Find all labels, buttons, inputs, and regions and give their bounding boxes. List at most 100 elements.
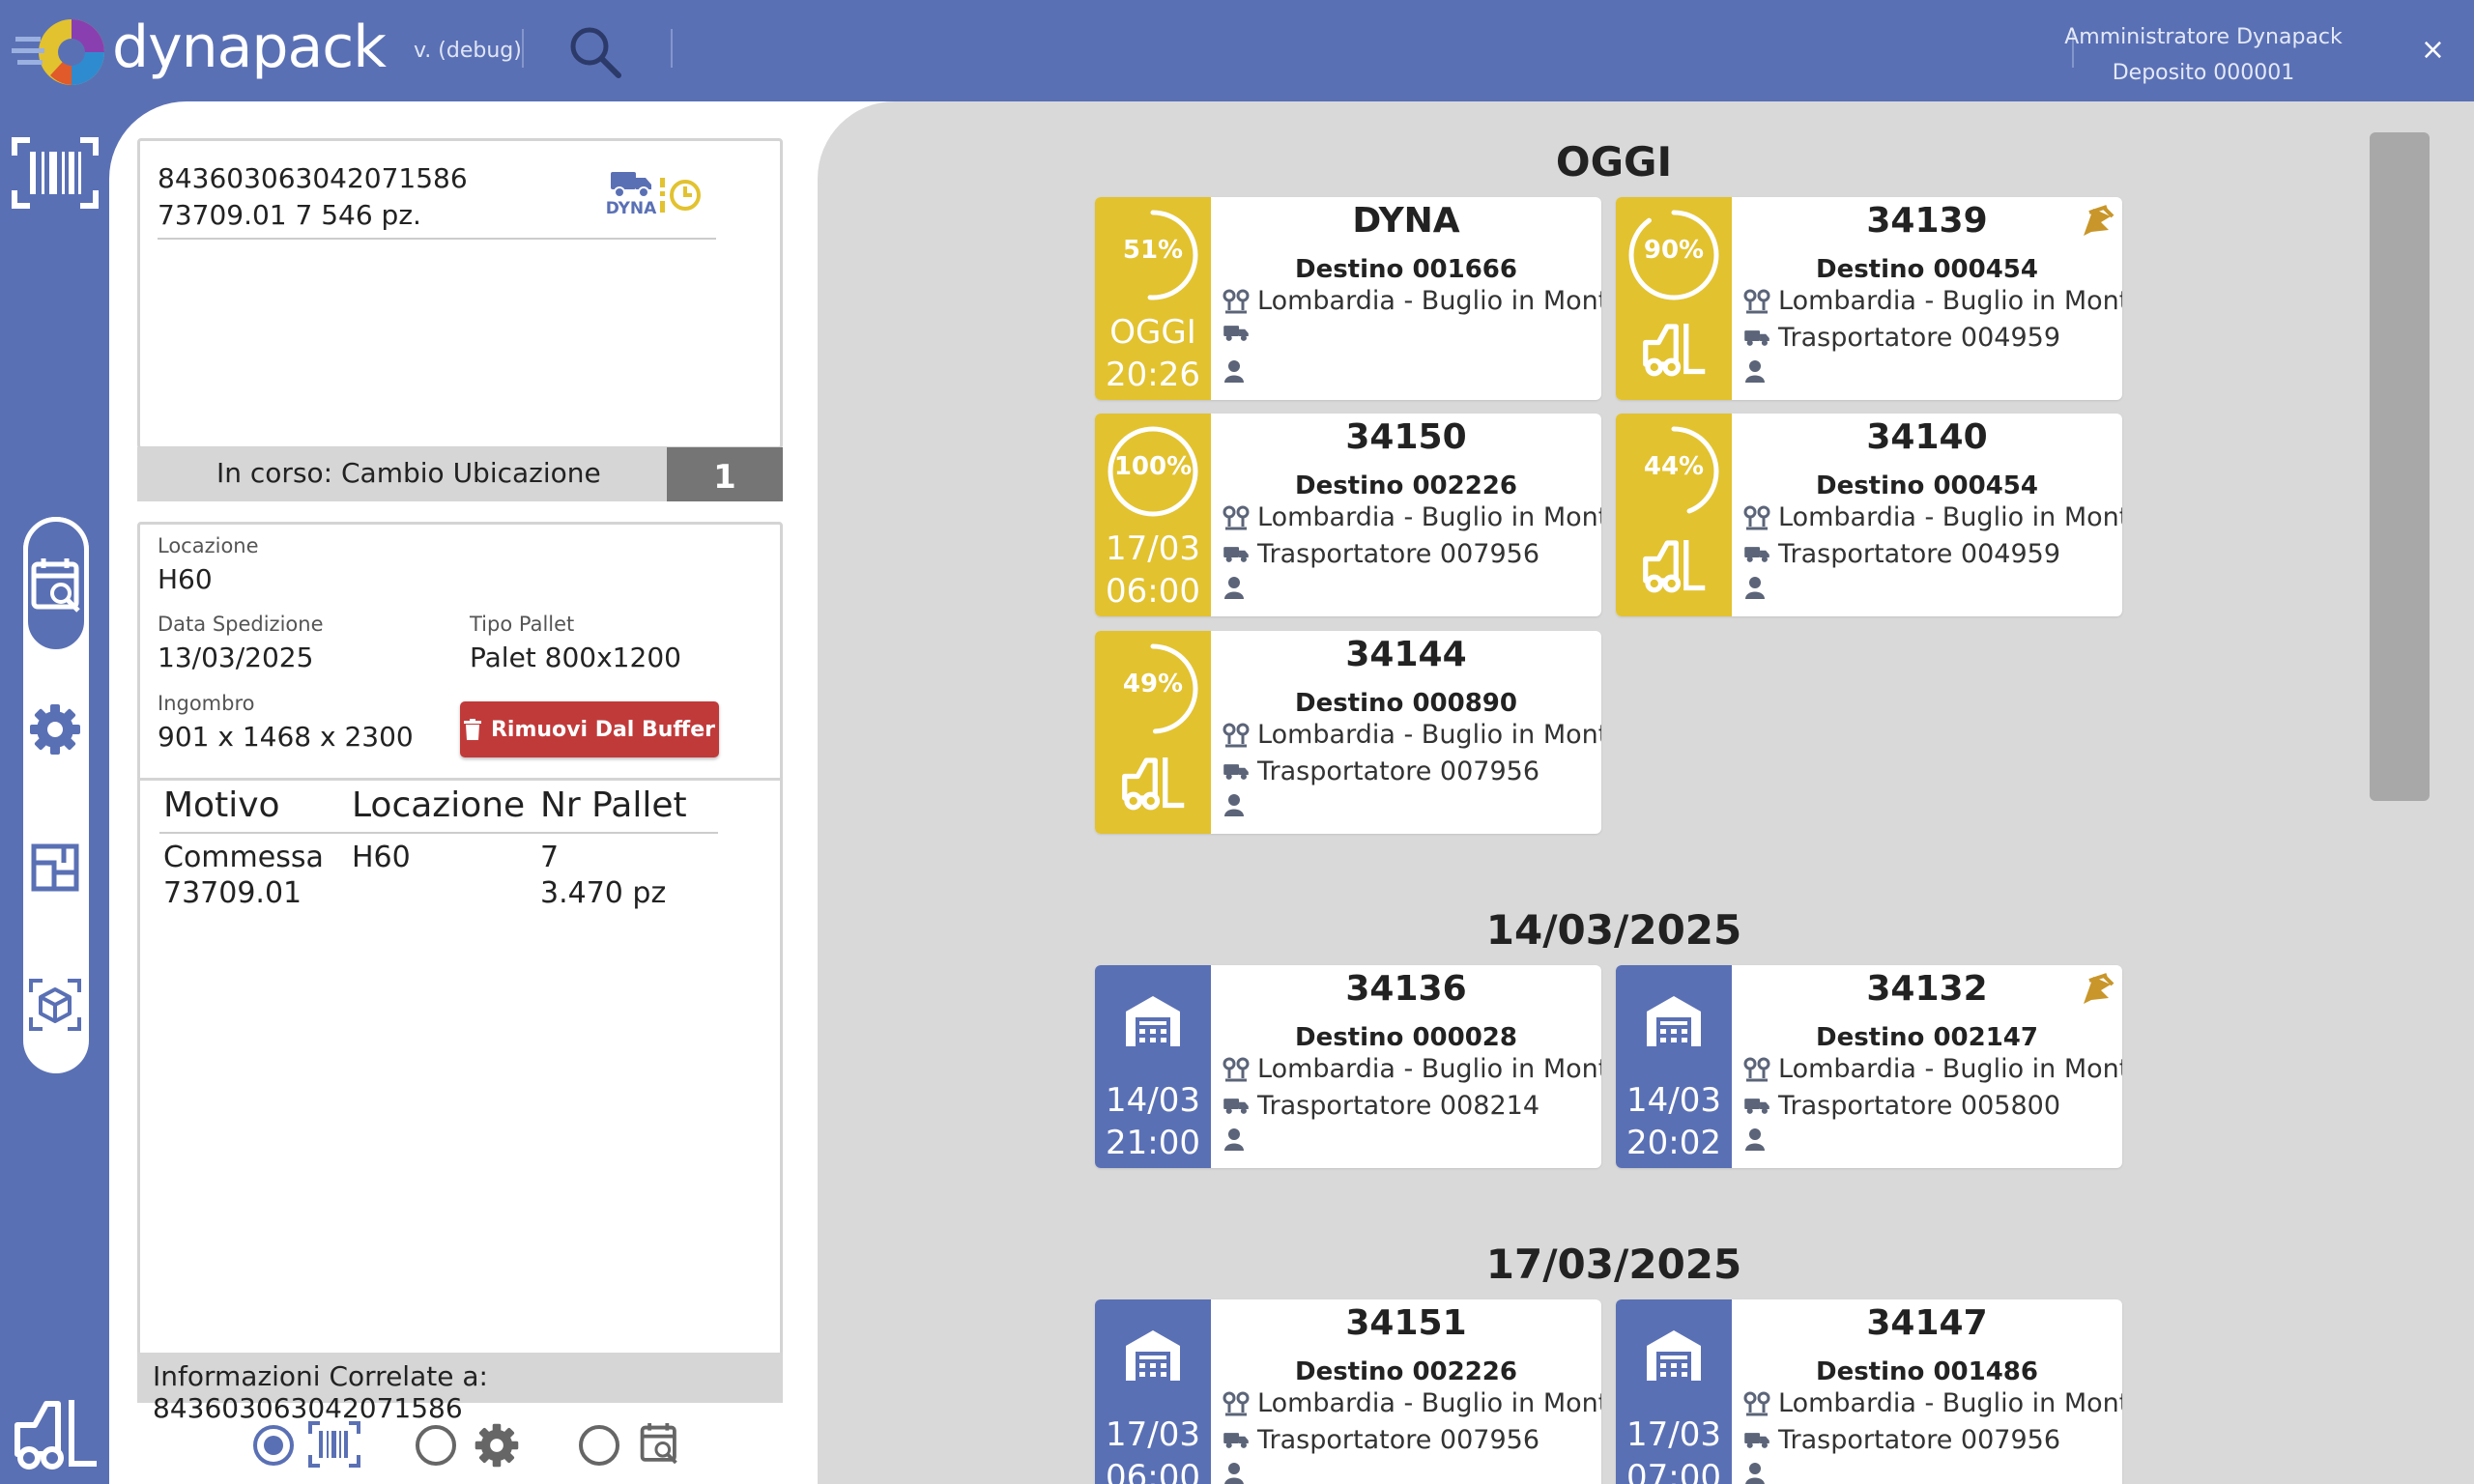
card-carrier-row: Trasportatore 004959 xyxy=(1743,539,2060,569)
card-time: 06:00 xyxy=(1106,572,1200,611)
shipment-card[interactable]: 17/03 06:00 34151 Destino 002226 Lombardia -… xyxy=(1095,1299,1601,1484)
card-carrier: Trasportatore 007956 xyxy=(1257,1425,1540,1455)
card-region-row: Lombardia - Buglio in Monte xyxy=(1743,286,2122,316)
truck-icon xyxy=(1744,1432,1769,1448)
radio-settings-mode[interactable] xyxy=(416,1425,456,1466)
card-driver-row xyxy=(1223,793,1246,816)
card-destination: Destino 000028 xyxy=(1294,1023,1517,1052)
forklift-icon xyxy=(1643,540,1706,593)
progress-percent: 49% xyxy=(1122,670,1184,699)
route-icon xyxy=(1223,289,1250,313)
truck-icon xyxy=(1223,1432,1249,1448)
card-time: 07:00 xyxy=(1626,1458,1721,1484)
shipment-card[interactable]: 14/03 20:02 34132 Destino 002147 Lombardia -… xyxy=(1616,965,2122,1168)
table-row[interactable]: Commessa 73709.01 xyxy=(163,840,324,911)
close-button[interactable]: × xyxy=(2421,33,2445,67)
card-carrier: Trasportatore 007956 xyxy=(1257,756,1540,786)
card-region-row: Lombardia - Buglio in Monte xyxy=(1223,1054,1601,1084)
remove-button-label: Rimuovi Dal Buffer xyxy=(490,717,716,742)
warehouse-icon xyxy=(1647,996,1701,1046)
date-group-header: 14/03/2025 xyxy=(1485,906,1742,954)
card-time: 21:00 xyxy=(1106,1124,1200,1162)
scrollbar-thumb[interactable] xyxy=(2370,132,2430,801)
card-time: 06:00 xyxy=(1106,1458,1200,1484)
card-destination: Destino 000454 xyxy=(1815,471,2038,500)
brand-name: dynapack xyxy=(112,14,387,81)
card-carrier-row: Trasportatore 007956 xyxy=(1223,539,1539,569)
card-driver-row xyxy=(1223,576,1246,599)
card-status-panel: 90% xyxy=(1616,197,1732,400)
person-icon xyxy=(1745,360,1765,383)
sidebar-item-forklift[interactable] xyxy=(0,1386,109,1483)
shipment-card[interactable]: 90% 34139 Destino 000454 Lombardia - Buglio… xyxy=(1616,197,2122,400)
card-id: 34147 xyxy=(1866,1303,1988,1343)
route-icon xyxy=(1743,1391,1770,1415)
size-value: 901 x 1468 x 2300 xyxy=(158,721,414,753)
sidebar-item-calendar-search[interactable] xyxy=(23,517,89,654)
truck-icon xyxy=(1744,1098,1769,1114)
warehouse-icon xyxy=(1126,1330,1180,1381)
sidebar-item-settings[interactable] xyxy=(0,686,109,773)
route-icon xyxy=(1223,1391,1250,1415)
card-date: 17/03 06:00 xyxy=(1095,528,1211,613)
status-bar: In corso: Cambio Ubicazione 1 xyxy=(137,447,783,501)
card-region: Lombardia - Buglio in Monte xyxy=(1257,720,1601,750)
card-region-row: Lombardia - Buglio in Monte xyxy=(1743,1388,2122,1418)
date-group-header: OGGI xyxy=(1555,138,1673,186)
divider xyxy=(158,238,716,240)
card-status-panel: 14/03 21:00 xyxy=(1095,965,1211,1168)
card-day: 17/03 xyxy=(1626,1415,1721,1454)
shipment-card[interactable]: 14/03 21:00 34136 Destino 000028 Lombardia -… xyxy=(1095,965,1601,1168)
route-icon xyxy=(1223,1057,1250,1081)
card-id: 34139 xyxy=(1866,201,1988,241)
truck-label: DYNA xyxy=(605,199,657,218)
calendar-search-icon xyxy=(31,558,80,613)
shipment-card[interactable]: 49% 34144 Destino 000890 Lombardia - Buglio… xyxy=(1095,631,1601,834)
note-flag-icon xyxy=(2084,205,2114,236)
card-id: 34140 xyxy=(1866,417,1988,457)
card-driver-row xyxy=(1223,359,1246,383)
warehouse-icon xyxy=(1647,1330,1701,1381)
card-driver-row xyxy=(1743,359,1767,383)
card-region: Lombardia - Buglio in Monte xyxy=(1778,1054,2122,1084)
table-header-reason: Motivo xyxy=(163,785,280,825)
card-id: 34151 xyxy=(1345,1303,1467,1343)
card-driver-row xyxy=(1223,1462,1246,1484)
location-value: H60 xyxy=(158,563,213,595)
card-driver-row xyxy=(1743,1127,1767,1151)
date-group-header: 17/03/2025 xyxy=(1485,1241,1742,1288)
item-barcode: 843603063042071586 xyxy=(158,162,468,194)
card-id: DYNA xyxy=(1352,201,1460,241)
remove-from-buffer-button[interactable]: Rimuovi Dal Buffer xyxy=(460,701,719,757)
shipment-card[interactable]: 44% 34140 Destino 000454 Lombardia - Buglio… xyxy=(1616,414,2122,616)
related-info-bar: Informazioni Correlate a: 84360306304207… xyxy=(137,1353,783,1424)
card-id: 34136 xyxy=(1345,969,1467,1009)
route-icon xyxy=(1223,505,1250,529)
shipment-card[interactable]: 51% OGGI 20:26 DYNA Destino 001666 Lombardia … xyxy=(1095,197,1601,400)
sidebar-item-layout[interactable] xyxy=(0,824,109,911)
truck-icon xyxy=(1744,546,1769,562)
cell-pallets-count: 7 xyxy=(540,841,560,874)
card-region-row: Lombardia - Buglio in Monte xyxy=(1743,502,2122,532)
deposit-name: Deposito 000001 xyxy=(2112,61,2295,85)
search-icon[interactable] xyxy=(566,23,624,81)
sidebar-item-box-scan[interactable] xyxy=(0,961,109,1048)
radio-barcode-mode[interactable] xyxy=(253,1425,294,1466)
location-label: Locazione xyxy=(158,534,259,557)
truck-icon xyxy=(1223,546,1249,562)
gear-icon xyxy=(475,1423,519,1468)
sidebar-barcode-button[interactable] xyxy=(0,125,109,221)
card-region-row: Lombardia - Buglio in Monte xyxy=(1223,286,1601,316)
shipment-card[interactable]: 100% 17/03 06:00 34150 Destino 002226 Lombard… xyxy=(1095,414,1601,616)
status-count[interactable]: 1 xyxy=(667,447,783,501)
person-icon xyxy=(1224,1463,1244,1484)
card-carrier-row xyxy=(1223,323,1257,344)
card-region: Lombardia - Buglio in Monte xyxy=(1257,1054,1601,1084)
card-day: 14/03 xyxy=(1626,1081,1721,1120)
item-quantity: 73709.01 7 546 pz. xyxy=(158,199,421,231)
radio-calendar-mode[interactable] xyxy=(579,1425,619,1466)
clock-icon xyxy=(660,178,701,213)
card-status-panel: 49% xyxy=(1095,631,1211,834)
details-panel: Locazione H60 Data Spedizione 13/03/2025… xyxy=(137,522,783,1403)
shipment-card[interactable]: 17/03 07:00 34147 Destino 001486 Lombardia -… xyxy=(1616,1299,2122,1484)
